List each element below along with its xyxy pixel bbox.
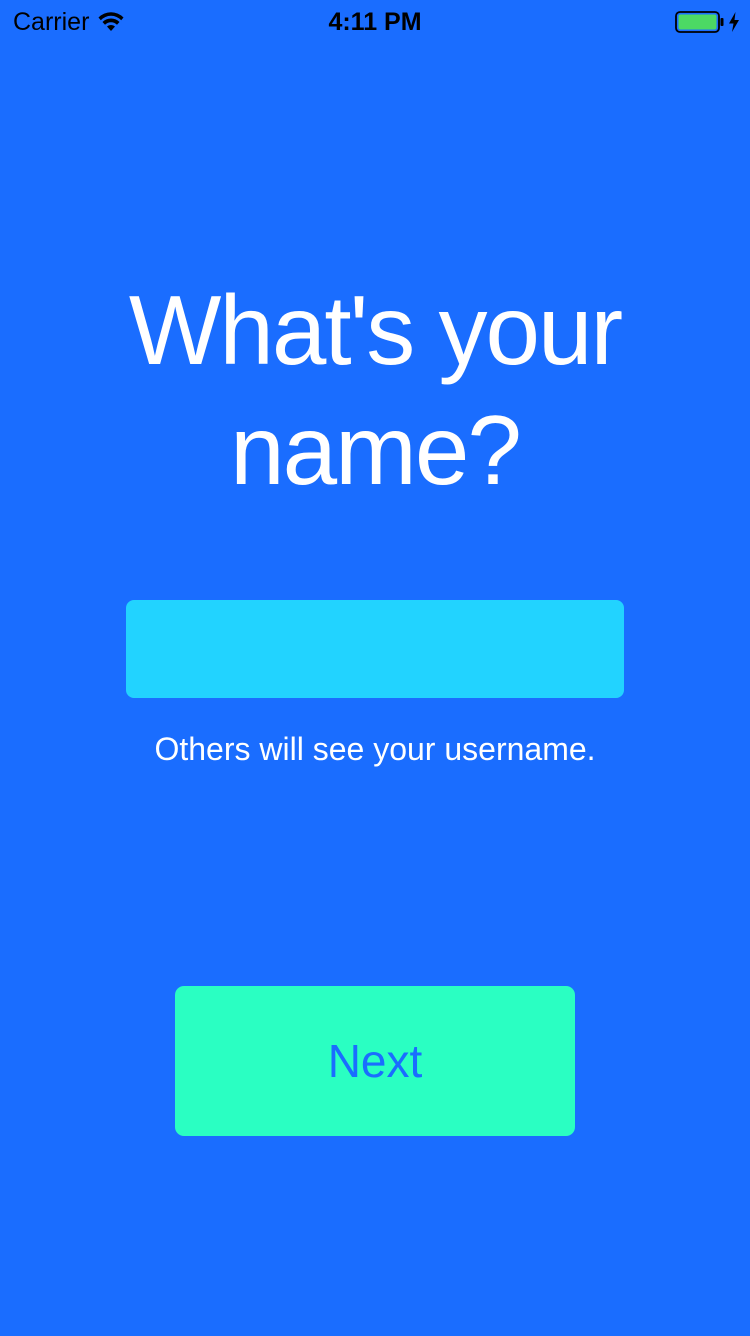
page-title: What's your name? — [128, 275, 623, 505]
battery-group — [675, 11, 740, 33]
status-bar: Carrier 4:11 PM — [0, 0, 750, 44]
battery-icon — [675, 11, 724, 33]
status-time: 4:11 PM — [328, 8, 422, 36]
name-input[interactable] — [126, 600, 624, 698]
charging-bolt-icon — [729, 12, 739, 32]
next-button[interactable]: Next — [175, 986, 575, 1136]
username-hint: Others will see your username. — [154, 731, 596, 767]
